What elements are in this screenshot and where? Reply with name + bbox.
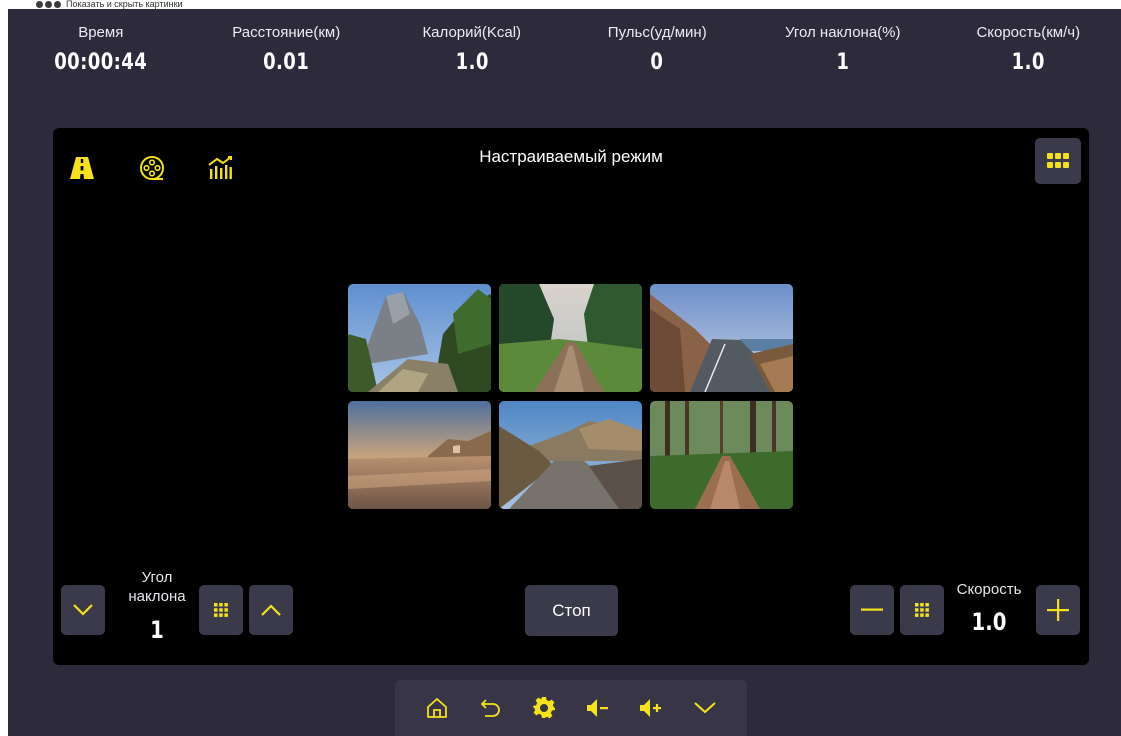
stat-time: Время 00:00:44	[8, 9, 194, 97]
top-note: Показать и скрыть картинки	[36, 0, 183, 9]
speed-value: 1.0	[971, 608, 1007, 636]
stats-bar: Время 00:00:44 Расстояние(км) 0.01 Калор…	[8, 9, 1121, 97]
grid-icon	[214, 603, 228, 617]
scene-mountain-trail[interactable]	[348, 284, 491, 392]
stat-label: Калорий(Kcal)	[422, 24, 522, 41]
stat-value: 1.0	[455, 50, 489, 75]
incline-up-button[interactable]	[249, 585, 293, 635]
incline-value: 1	[150, 616, 164, 644]
stat-value: 0.01	[263, 50, 310, 75]
panel-title: Настраиваемый режим	[479, 147, 663, 166]
scene-panel: Настраиваемый режим Угол наклона 1 Стоп …	[53, 128, 1089, 665]
stat-value: 1	[836, 50, 850, 75]
stat-label: Пульс(уд/мин)	[607, 24, 707, 41]
stat-label: Скорость(км/ч)	[976, 24, 1081, 41]
stat-value: 0	[650, 50, 664, 75]
volume-up-icon[interactable]	[636, 693, 666, 723]
scene-forest-path[interactable]	[650, 401, 793, 509]
top-note-text: Показать и скрыть картинки	[66, 0, 183, 9]
grid-icon	[1047, 153, 1069, 168]
grid-icon	[915, 603, 929, 617]
stat-label: Угол наклона(%)	[784, 24, 901, 41]
speed-presets-button[interactable]	[900, 585, 944, 635]
stat-distance: Расстояние(км) 0.01	[194, 9, 380, 97]
scene-grid	[348, 284, 794, 509]
speed-label: Скорость	[956, 581, 1022, 598]
home-icon[interactable]	[422, 693, 452, 723]
grid-toggle-button[interactable]	[1035, 138, 1081, 184]
volume-down-icon[interactable]	[583, 693, 613, 723]
stat-incline: Угол наклона(%) 1	[750, 9, 936, 97]
stat-label: Расстояние(км)	[232, 24, 341, 41]
incline-down-button[interactable]	[61, 585, 105, 635]
scene-beach-sunset[interactable]	[348, 401, 491, 509]
dots-icon	[36, 1, 61, 8]
stop-button[interactable]: Стоп	[525, 585, 618, 636]
scene-forest-dirt-road[interactable]	[499, 284, 642, 392]
minus-icon	[861, 608, 883, 611]
scene-gravel-road-hills[interactable]	[499, 401, 642, 509]
stat-pulse: Пульс(уд/мин) 0	[565, 9, 751, 97]
treadmill-app: Время 00:00:44 Расстояние(км) 0.01 Калор…	[8, 9, 1121, 736]
incline-presets-button[interactable]	[199, 585, 243, 635]
stat-label: Время	[78, 24, 124, 41]
back-icon[interactable]	[476, 693, 506, 723]
chevron-down-icon	[73, 604, 93, 616]
incline-label: Угол наклона	[128, 569, 186, 605]
bottom-toolbar	[395, 680, 747, 736]
speed-up-button[interactable]	[1036, 585, 1080, 635]
stat-speed: Скорость(км/ч) 1.0	[936, 9, 1121, 97]
speed-down-button[interactable]	[850, 585, 894, 635]
scene-coastal-road[interactable]	[650, 284, 793, 392]
stat-calories: Калорий(Kcal) 1.0	[379, 9, 565, 97]
stat-value: 00:00:44	[54, 50, 148, 75]
chevron-up-icon	[261, 604, 281, 616]
plus-icon	[1047, 599, 1069, 621]
settings-icon[interactable]	[529, 693, 559, 723]
stat-value: 1.0	[1011, 50, 1045, 75]
collapse-icon[interactable]	[690, 693, 720, 723]
